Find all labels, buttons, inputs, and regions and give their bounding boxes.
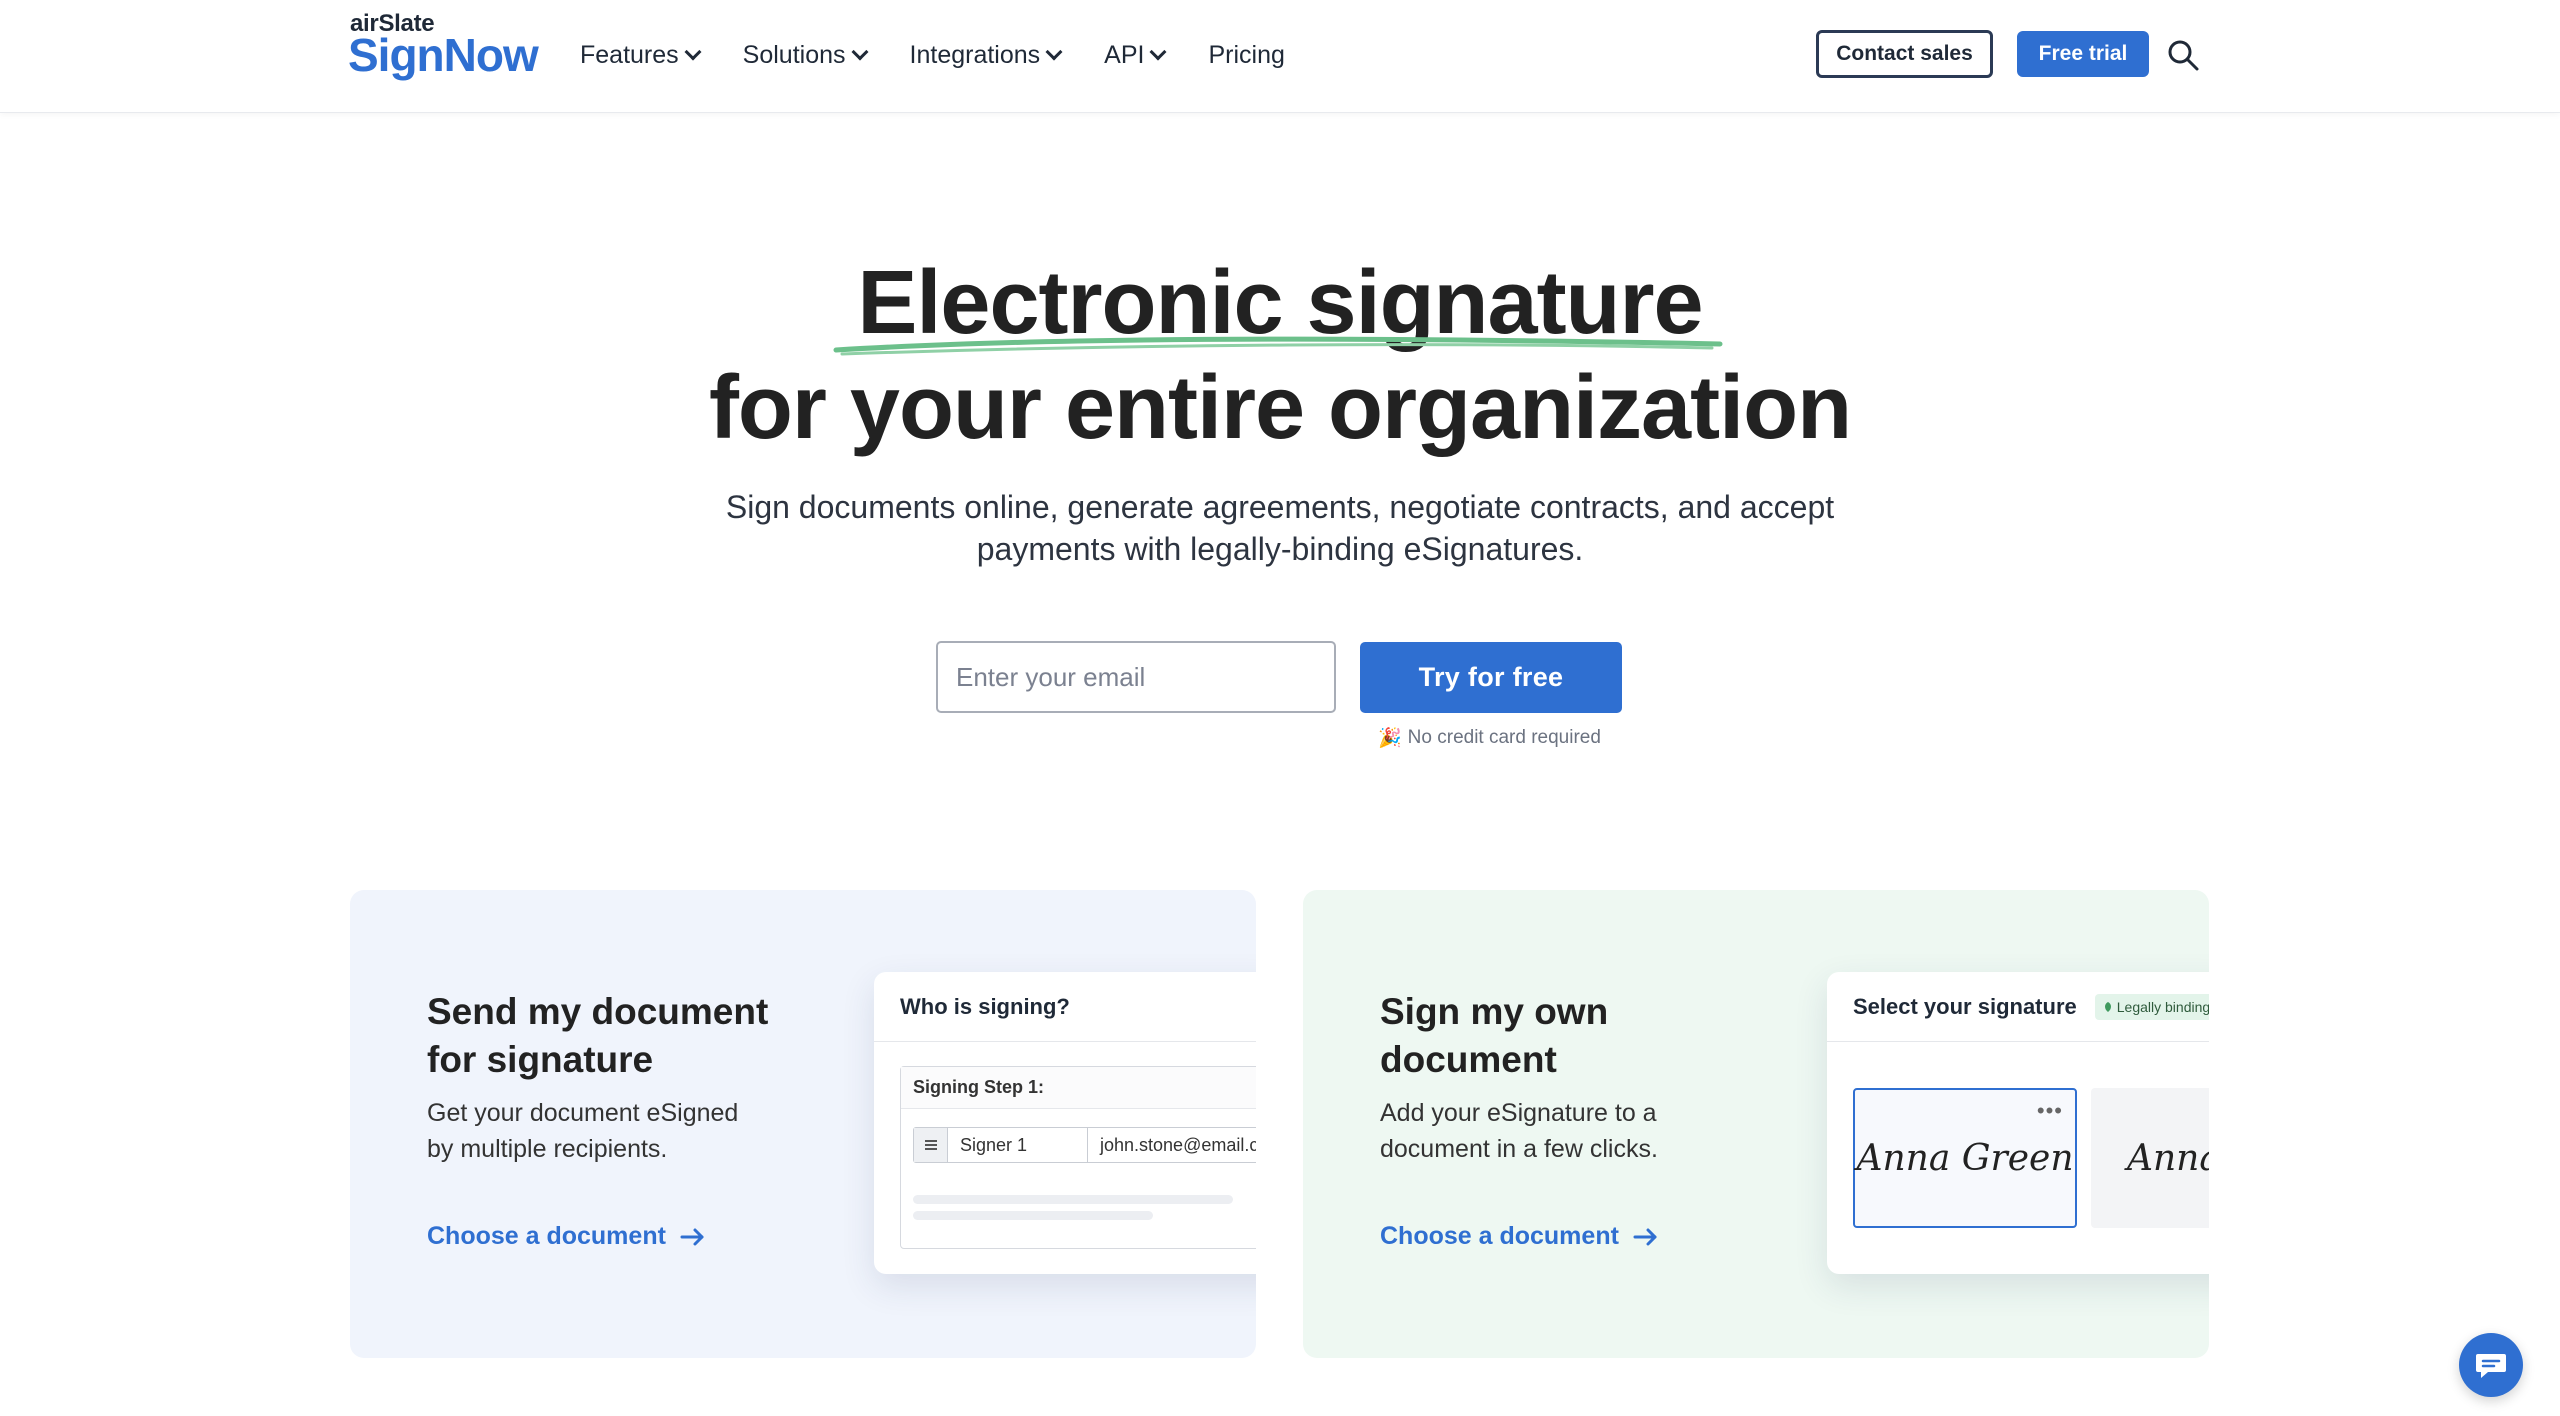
- email-input[interactable]: [936, 641, 1336, 713]
- signing-step-box: Signing Step 1: Signer 1 john.stone@emai…: [900, 1066, 1256, 1249]
- nav-item-features[interactable]: Features: [580, 40, 702, 70]
- select-signature-panel: Select your signature Legally binding ••…: [1827, 972, 2209, 1274]
- nav-item-label: Integrations: [909, 40, 1041, 69]
- who-is-signing-panel: Who is signing? Signing Step 1: Signer 1…: [874, 972, 1256, 1274]
- card-description: Get your document eSigned by multiple re…: [427, 1099, 739, 1163]
- try-for-free-button[interactable]: Try for free: [1360, 642, 1622, 713]
- contact-sales-button[interactable]: Contact sales: [1816, 30, 1993, 78]
- sign-own-document-card: Sign my own document Add your eSignature…: [1303, 890, 2209, 1358]
- main-nav: Features Solutions Integrations API Pric…: [580, 0, 1285, 110]
- more-options-icon[interactable]: •••: [2037, 1098, 2063, 1124]
- panel-title: Select your signature: [1853, 993, 2077, 1019]
- no-credit-card-text: No credit card required: [1407, 727, 1601, 748]
- signing-step-title: Signing Step 1:: [901, 1067, 1256, 1109]
- logo-signnow-text: SignNow: [348, 29, 539, 81]
- card-description: Add your eSignature to a document in a f…: [1380, 1099, 1658, 1163]
- leaf-icon: [2104, 1001, 2111, 1012]
- site-header: airSlate SignNow Features Solutions Inte…: [0, 0, 2560, 113]
- placeholder-line: [913, 1211, 1153, 1220]
- arrow-right-icon: [680, 1228, 704, 1245]
- panel-header: Select your signature Legally binding: [1827, 972, 2209, 1042]
- link-label: Choose a document: [427, 1222, 666, 1250]
- nav-item-label: Features: [580, 40, 679, 69]
- legally-binding-badge: Legally binding: [2094, 993, 2209, 1020]
- card-title: Sign my own document: [1380, 991, 1609, 1080]
- choose-document-link[interactable]: Choose a document: [427, 1222, 706, 1251]
- party-popper-icon: 🎉: [1378, 728, 1402, 749]
- hero-subtitle: Sign documents online, generate agreemen…: [725, 489, 1835, 567]
- signature-option[interactable]: Anna G: [2091, 1088, 2209, 1228]
- badge-label: Legally binding: [2116, 998, 2209, 1015]
- send-document-card: Send my document for signature Get your …: [350, 890, 1256, 1358]
- link-label: Choose a document: [1380, 1222, 1619, 1250]
- nav-item-label: API: [1104, 40, 1145, 69]
- chevron-down-icon: [1149, 43, 1167, 61]
- nav-item-api[interactable]: API: [1104, 40, 1167, 70]
- nav-item-integrations[interactable]: Integrations: [909, 40, 1063, 70]
- signer-row: Signer 1 john.stone@email.com: [913, 1127, 1256, 1163]
- title-underline-decoration: [833, 336, 1723, 356]
- signnow-logo[interactable]: airSlate SignNow: [348, 10, 539, 81]
- choose-document-link[interactable]: Choose a document: [1380, 1222, 1659, 1251]
- card-title: Send my document for signature: [427, 991, 769, 1080]
- nav-item-label: Solutions: [742, 40, 846, 69]
- chevron-down-icon: [851, 43, 869, 61]
- signature-option-selected[interactable]: ••• Anna Green: [1853, 1088, 2077, 1228]
- nav-item-label: Pricing: [1208, 40, 1285, 69]
- free-trial-button[interactable]: Free trial: [2017, 31, 2149, 77]
- chat-bubble-icon: [2476, 1354, 2506, 1378]
- arrow-right-icon: [1633, 1228, 1657, 1245]
- chevron-down-icon: [684, 43, 702, 61]
- panel-title: Who is signing?: [874, 972, 1256, 1042]
- signature-text: Anna Green: [1856, 1137, 2074, 1179]
- nav-item-solutions[interactable]: Solutions: [742, 40, 869, 70]
- placeholder-line: [913, 1195, 1233, 1204]
- chevron-down-icon: [1045, 43, 1063, 61]
- nav-item-pricing[interactable]: Pricing: [1208, 41, 1284, 70]
- hero-title-line2: for your entire organization: [708, 358, 1852, 458]
- signature-text: Anna G: [2127, 1137, 2209, 1179]
- signer-email-field[interactable]: john.stone@email.com: [1088, 1128, 1256, 1162]
- chat-button[interactable]: [2459, 1333, 2523, 1397]
- signer-name-field[interactable]: Signer 1: [948, 1128, 1088, 1162]
- drag-handle-icon[interactable]: [914, 1128, 948, 1162]
- search-icon[interactable]: [2166, 38, 2200, 72]
- no-credit-card-note: 🎉 No credit card required: [1378, 726, 1601, 750]
